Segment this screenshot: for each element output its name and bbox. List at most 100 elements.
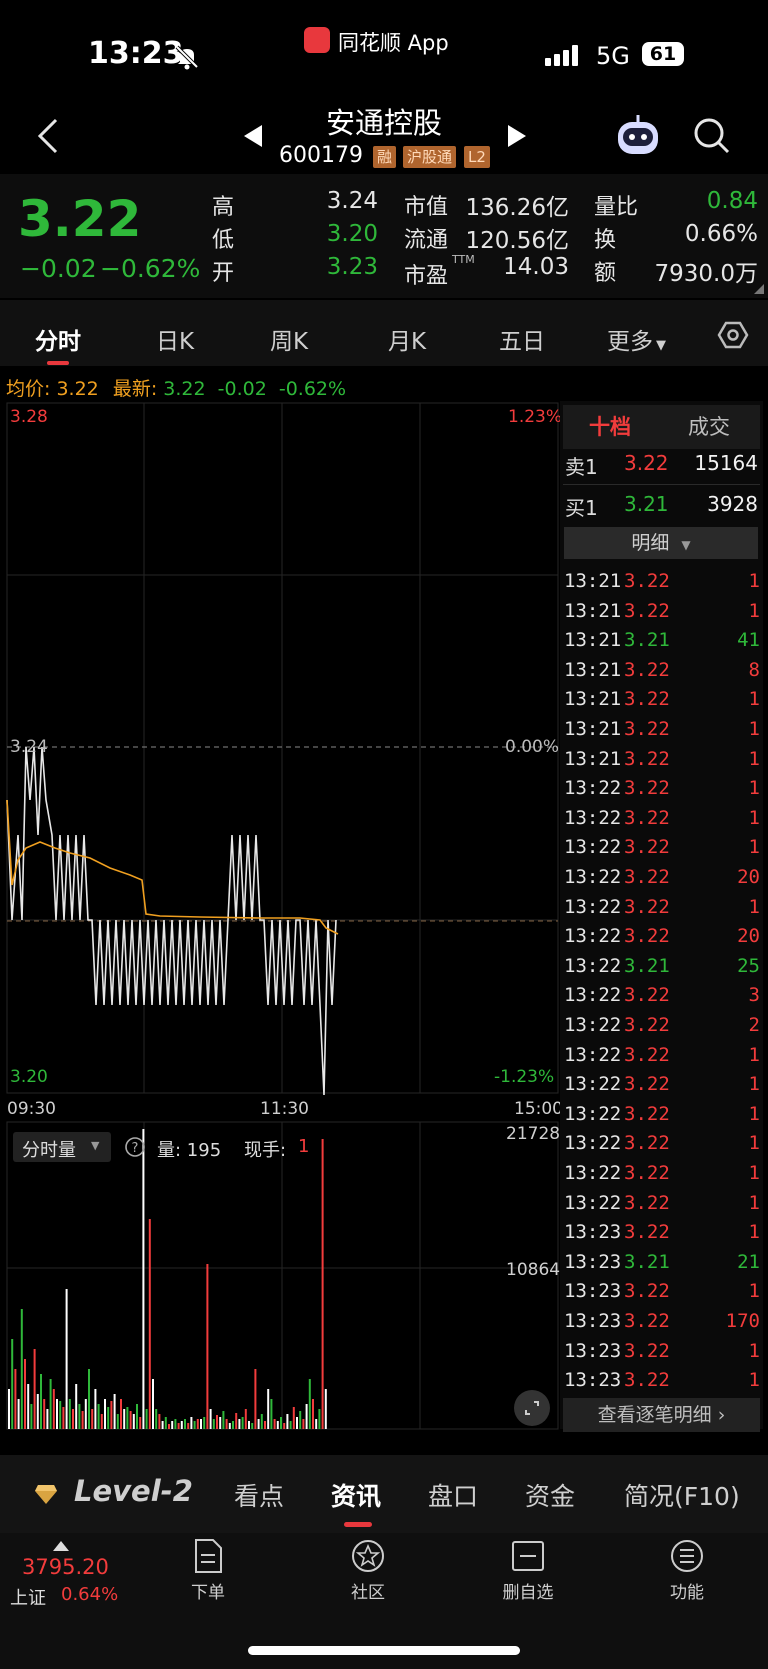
volume-bar <box>65 1289 68 1429</box>
trade-price: 3.22 <box>624 658 670 681</box>
trade-row: 13:22 3.22 1 <box>564 1132 760 1161</box>
volume-bar <box>132 1414 135 1429</box>
volume-info: 量: 195 <box>157 1140 222 1161</box>
sell1-price: 3.22 <box>624 451 669 475</box>
pct-axis-mid: 0.00% <box>505 737 560 757</box>
trade-volume: 1 <box>748 718 760 740</box>
trade-time: 13:22 <box>564 1191 622 1214</box>
tab-news[interactable]: 资讯 <box>331 1477 381 1513</box>
trade-time: 13:22 <box>564 806 622 829</box>
trade-volume: 1 <box>748 1102 760 1125</box>
help-icon[interactable]: ? <box>124 1136 146 1158</box>
volume-bar <box>24 1359 26 1429</box>
tab-f10[interactable]: 简况(F10) <box>624 1477 740 1513</box>
volume-bar <box>97 1404 100 1429</box>
level2-label[interactable]: Level-2 <box>74 1474 193 1508</box>
trade-volume: 1 <box>748 1073 760 1096</box>
trade-volume: 2 <box>748 1014 760 1036</box>
trade-volume: 1 <box>748 1162 760 1184</box>
tab-funds[interactable]: 资金 <box>525 1477 575 1513</box>
trade-time: 13:22 <box>564 984 622 1007</box>
remove-watchlist-button[interactable]: 删自选 <box>468 1538 588 1603</box>
trade-price: 3.22 <box>624 1162 670 1184</box>
buy1-price: 3.21 <box>624 492 669 516</box>
trade-row: 13:22 3.22 1 <box>564 1073 760 1102</box>
index-value[interactable]: 3795.20 <box>22 1555 109 1579</box>
functions-button[interactable]: 功能 <box>627 1538 747 1603</box>
trade-price: 3.22 <box>624 866 670 888</box>
volume-bar <box>78 1404 81 1429</box>
volume-bar <box>318 1409 321 1429</box>
volume-bar <box>36 1394 39 1429</box>
volume-bar <box>88 1369 90 1429</box>
pct-axis-bottom: -1.23% <box>494 1067 555 1087</box>
volume-bar <box>232 1421 234 1429</box>
tab-highlights[interactable]: 看点 <box>234 1477 284 1513</box>
volume-bar <box>251 1423 254 1429</box>
trade-volume: 1 <box>748 1369 760 1392</box>
volume-bar <box>14 1369 17 1429</box>
order-button[interactable]: 下单 <box>148 1538 268 1603</box>
trade-time: 13:21 <box>564 747 622 770</box>
detail-dropdown[interactable]: 明细 ▼ <box>564 527 758 559</box>
volume-bar <box>273 1419 276 1429</box>
remove-watchlist-icon <box>512 1541 544 1571</box>
trade-time: 13:22 <box>564 1162 622 1184</box>
trade-time: 13:23 <box>564 1280 622 1303</box>
trade-volume: 25 <box>737 954 760 977</box>
home-indicator <box>248 1646 520 1655</box>
community-button[interactable]: 社区 <box>308 1538 428 1603</box>
tab-trades[interactable]: 成交 <box>688 411 730 441</box>
trade-time: 13:21 <box>564 718 622 740</box>
price-axis-top: 3.28 <box>10 407 48 427</box>
volume-bar <box>289 1421 292 1429</box>
volume-bar <box>152 1379 154 1429</box>
volume-bar <box>190 1417 193 1429</box>
volume-bar <box>225 1419 228 1429</box>
volume-bar <box>321 1139 324 1429</box>
trade-time: 13:23 <box>564 1310 622 1332</box>
volume-bar <box>94 1389 97 1429</box>
volume-bar <box>72 1409 74 1429</box>
info-tab-indicator <box>344 1522 372 1527</box>
volume-bar <box>200 1419 202 1429</box>
trade-time: 13:23 <box>564 1221 622 1244</box>
price-axis-bottom: 3.20 <box>10 1067 48 1087</box>
trade-time: 13:22 <box>564 777 622 800</box>
fullscreen-button[interactable] <box>514 1390 550 1426</box>
trade-volume: 20 <box>737 925 760 948</box>
tab-ten-level[interactable]: 十档 <box>589 411 631 441</box>
volume-bar <box>260 1414 263 1429</box>
volume-bar <box>91 1409 94 1429</box>
volume-bar <box>308 1379 311 1429</box>
volume-bar <box>196 1419 199 1429</box>
volume-bar <box>286 1414 289 1429</box>
view-all-trades-button[interactable]: 查看逐笔明细 › <box>563 1398 760 1432</box>
trade-volume: 21 <box>737 1250 760 1273</box>
volume-bar <box>113 1394 116 1429</box>
volume-bar <box>11 1339 14 1429</box>
volume-bar <box>59 1401 62 1429</box>
trade-row: 13:22 3.22 3 <box>564 984 760 1013</box>
time-axis-close: 15:00 <box>514 1099 563 1119</box>
volume-bar <box>161 1421 164 1429</box>
trade-row: 13:22 3.22 2 <box>564 1014 760 1043</box>
trade-price: 3.22 <box>624 1221 670 1244</box>
remove-watchlist-label: 删自选 <box>502 1583 554 1603</box>
trade-row: 13:23 3.21 21 <box>564 1251 760 1280</box>
volume-bar <box>49 1379 52 1429</box>
book-divider <box>563 484 760 485</box>
volume-bar <box>241 1417 244 1429</box>
trade-time: 13:23 <box>564 1250 622 1273</box>
order-label: 下单 <box>191 1583 225 1603</box>
trade-time: 13:22 <box>564 1102 622 1125</box>
volume-bar <box>209 1409 212 1429</box>
volume-bar <box>219 1417 222 1429</box>
trade-row: 13:23 3.22 1 <box>564 1280 760 1309</box>
tab-orderbook[interactable]: 盘口 <box>428 1477 478 1513</box>
volume-bar <box>100 1414 103 1429</box>
trade-price: 3.22 <box>624 1014 670 1036</box>
trade-row: 13:21 3.22 1 <box>564 718 760 747</box>
trade-price: 3.22 <box>624 984 670 1007</box>
trade-time: 13:21 <box>564 688 622 711</box>
